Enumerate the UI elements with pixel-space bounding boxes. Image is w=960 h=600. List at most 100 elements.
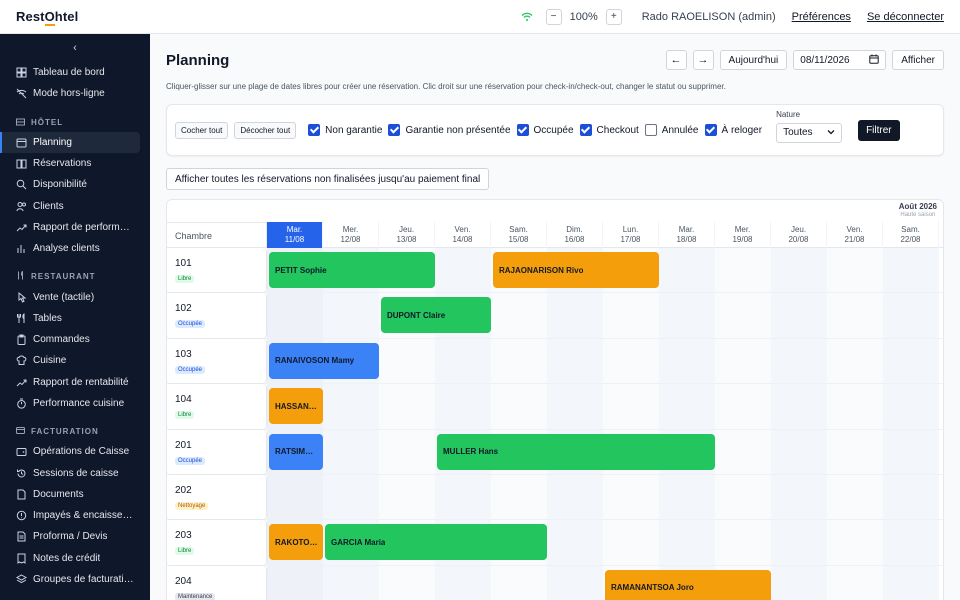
day-column-header: Sam. 15/08 — [491, 222, 547, 248]
reservation-block[interactable]: RANAIVOSON Mamy — [269, 342, 379, 379]
sidebar-item-operations-de-caisse[interactable]: Opérations de Caisse — [0, 441, 150, 462]
sidebar-item-mode-hors-ligne[interactable]: Mode hors-ligne — [0, 83, 150, 104]
filter-checkbox[interactable] — [388, 124, 401, 136]
brand-part-1: Rest — [16, 9, 45, 24]
reservation-block[interactable]: RAJAONARISON Rivo — [493, 252, 659, 288]
room-cell[interactable]: 202 Nettoyage — [167, 475, 267, 520]
sidebar-item-impayes-encaissem[interactable]: Impayés & encaissem… — [0, 505, 150, 526]
show-button[interactable]: Afficher — [892, 50, 944, 70]
zoom-out-button[interactable]: − — [545, 8, 562, 25]
filter-checkout[interactable]: Checkout — [579, 124, 639, 136]
sidebar-item-label: Réservations — [33, 158, 92, 170]
day-date: 18/08 — [676, 235, 697, 244]
nature-label: Nature — [776, 109, 801, 119]
logout-link[interactable]: Se déconnecter — [867, 11, 944, 23]
filter-checkbox[interactable] — [579, 124, 592, 136]
filter-checkbox[interactable] — [516, 124, 529, 136]
day-of-week: Mer. — [734, 225, 751, 234]
room-number: 203 — [175, 530, 192, 542]
reservation-block[interactable]: HASSAN… — [269, 388, 323, 425]
filter-checkbox[interactable] — [308, 124, 321, 136]
search-icon — [16, 179, 27, 190]
filter-garantie-non-presentee[interactable]: Garantie non présentée — [388, 124, 511, 136]
filter-button[interactable]: Filtrer — [858, 119, 900, 141]
day-column-header: Sam. 22/08 — [883, 222, 939, 248]
preferences-link[interactable]: Préférences — [792, 11, 851, 23]
calendar-icon[interactable] — [869, 54, 879, 67]
sidebar-item-documents[interactable]: Documents — [0, 484, 150, 505]
sidebar-item-label: Disponibilité — [33, 179, 87, 191]
filter-non-garantie[interactable]: Non garantie — [308, 124, 382, 136]
season-label: Haute saison — [900, 212, 936, 218]
sidebar-item-analyse-clients[interactable]: Analyse clients — [0, 238, 150, 259]
room-cell[interactable]: 104 Libre — [167, 384, 267, 429]
show-all-unfinished-button[interactable]: Afficher toutes les réservations non fin… — [166, 168, 490, 190]
day-column-header: Mar. 18/08 — [659, 222, 715, 248]
sidebar-section-facturation: FACTURATION — [0, 414, 150, 441]
reservation-block[interactable]: RAMANANTSOA Joro — [605, 569, 771, 600]
room-row: 204 Maintenance RAMANANTSOA Joro — [167, 565, 943, 600]
brand-logo[interactable]: RestOhtel — [16, 9, 78, 26]
filter-checkbox[interactable] — [644, 124, 657, 136]
filter-label: Non garantie — [325, 124, 383, 136]
reservation-block[interactable]: DUPONT Claire — [381, 297, 491, 334]
day-of-week: Mer. — [342, 225, 359, 234]
sidebar-item-tableau-de-bord[interactable]: Tableau de bord — [0, 62, 150, 83]
room-row: 101 Libre PETIT Sophie RAJAONARISON Rivo — [167, 248, 943, 294]
check-all-button[interactable]: Cocher tout — [175, 121, 229, 139]
sidebar-item-sessions-de-caisse[interactable]: Sessions de caisse — [0, 462, 150, 483]
day-date: 13/08 — [396, 235, 417, 244]
room-cell[interactable]: 101 Libre — [167, 248, 267, 293]
sidebar-collapse-button[interactable]: ‹ — [0, 34, 150, 62]
reservation-block[interactable]: GARCIA Maria — [325, 524, 547, 561]
current-user: Rado RAOELISON (admin) — [641, 10, 776, 23]
filter-occupee[interactable]: Occupée — [516, 124, 574, 136]
prev-period-button[interactable]: ← — [665, 50, 687, 70]
sidebar-section-title: FACTURATION — [31, 427, 99, 437]
today-button[interactable]: Aujourd'hui — [719, 50, 788, 70]
sidebar-item-commandes[interactable]: Commandes — [0, 329, 150, 350]
sidebar-item-proforma-devis[interactable]: Proforma / Devis — [0, 526, 150, 547]
sidebar-item-rapport-de-rentabilite[interactable]: Rapport de rentabilité — [0, 372, 150, 393]
room-cell[interactable]: 201 Occupée — [167, 429, 267, 474]
reservation-block[interactable]: RAKOTO… — [269, 524, 323, 561]
room-cell[interactable]: 102 Occupée — [167, 293, 267, 338]
sidebar-item-notes-de-credit[interactable]: Notes de crédit — [0, 548, 150, 569]
sidebar-item-performance-cuisine[interactable]: Performance cuisine — [0, 393, 150, 414]
sidebar: ‹ Tableau de bord Mode hors-ligne HÔTEL Pl… — [0, 34, 150, 600]
room-number: 104 — [175, 394, 192, 406]
date-input[interactable]: 08/11/2026 — [793, 50, 887, 70]
zoom-in-button[interactable]: + — [605, 8, 622, 25]
day-of-week: Sam. — [509, 225, 528, 234]
reservation-block[interactable]: MULLER Hans — [437, 433, 715, 470]
sidebar-item-reservations[interactable]: Réservations — [0, 153, 150, 174]
room-cell[interactable]: 103 Occupée — [167, 338, 267, 384]
sidebar-item-cuisine[interactable]: Cuisine — [0, 350, 150, 371]
room-cell[interactable]: 204 Maintenance — [167, 565, 267, 600]
room-cell[interactable]: 203 Libre — [167, 520, 267, 565]
file-icon — [16, 489, 27, 500]
sidebar-item-groupes-de-facturation[interactable]: Groupes de facturation — [0, 569, 150, 590]
planning-navigation: ← → Aujourd'hui 08/11/2026 Afficher — [665, 50, 944, 70]
sidebar-item-disponibilite[interactable]: Disponibilité — [0, 174, 150, 195]
nature-select[interactable]: Toutes — [776, 122, 843, 143]
sidebar-item-tables[interactable]: Tables — [0, 308, 150, 329]
room-number: 204 — [175, 575, 192, 587]
sidebar-item-planning[interactable]: Planning — [0, 131, 140, 153]
reservation-block[interactable]: PETIT Sophie — [269, 252, 435, 288]
day-column-header: Mer. 19/08 — [715, 222, 771, 248]
next-period-button[interactable]: → — [692, 50, 714, 70]
sidebar-item-vente-tactile[interactable]: Vente (tactile) — [0, 286, 150, 307]
reservation-guest: RAMANANTSOA Joro — [611, 583, 694, 593]
filter-label: À reloger — [721, 124, 763, 136]
sidebar-item-rapport-de-performance[interactable]: Rapport de performance — [0, 217, 150, 238]
filter-a-reloger[interactable]: À reloger — [704, 124, 763, 136]
filter-annulee[interactable]: Annulée — [644, 124, 699, 136]
wallet-icon — [16, 446, 27, 457]
filter-checkbox[interactable] — [704, 124, 717, 136]
sidebar-item-clients[interactable]: Clients — [0, 195, 150, 216]
chevron-down-icon — [827, 127, 835, 138]
reservation-block[interactable]: RATSIM… — [269, 433, 323, 470]
uncheck-all-button[interactable]: Décocher tout — [234, 121, 297, 139]
day-column-header: Jeu. 20/08 — [771, 222, 827, 248]
